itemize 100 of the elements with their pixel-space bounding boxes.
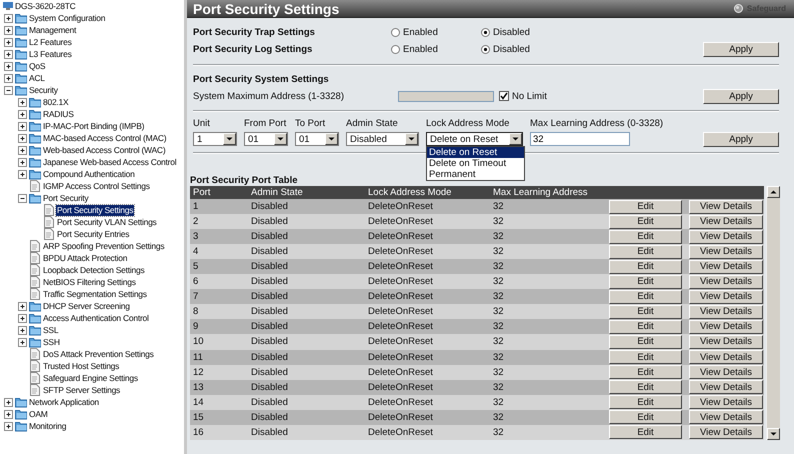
edit-button[interactable]: Edit: [609, 214, 682, 229]
expand-icon[interactable]: [4, 14, 13, 22]
view-details-button[interactable]: View Details: [689, 290, 763, 304]
tree-root[interactable]: DGS-3620-28TC: [14, 0, 77, 12]
tree-item[interactable]: Port Security Settings: [56, 204, 134, 216]
expand-icon[interactable]: [4, 62, 13, 70]
edit-button[interactable]: Edit: [609, 365, 682, 380]
tree-item[interactable]: L3 Features: [28, 48, 73, 60]
tree-item[interactable]: ACL: [28, 72, 46, 84]
tree-item[interactable]: Port Security: [42, 192, 90, 204]
tree-item[interactable]: Access Authentication Control: [42, 312, 150, 324]
apply-button[interactable]: Apply: [703, 88, 779, 104]
dropdown-arrow-icon[interactable]: [405, 133, 418, 145]
expand-icon[interactable]: [18, 134, 27, 142]
tree-item[interactable]: Security: [28, 84, 59, 96]
expand-icon[interactable]: [18, 314, 27, 322]
tree-item[interactable]: BPDU Attack Protection: [42, 252, 128, 264]
tree-item[interactable]: SFTP Server Settings: [42, 384, 122, 396]
apply-button[interactable]: Apply: [703, 42, 779, 57]
expand-icon[interactable]: [18, 122, 27, 130]
tree-item[interactable]: NetBIOS Filtering Settings: [42, 276, 137, 288]
edit-button[interactable]: Edit: [609, 304, 682, 319]
edit-button[interactable]: Edit: [609, 274, 682, 289]
view-details-button[interactable]: View Details: [689, 410, 763, 424]
view-details-button[interactable]: View Details: [689, 214, 763, 229]
scrollbar[interactable]: [766, 186, 780, 440]
edit-button[interactable]: Edit: [609, 395, 682, 410]
dropdown-option[interactable]: Delete on Reset: [427, 147, 524, 158]
tree-item[interactable]: 802.1X: [42, 96, 70, 108]
tree-item[interactable]: QoS: [28, 60, 46, 72]
dropdown-arrow-icon[interactable]: [509, 133, 522, 145]
expand-icon[interactable]: [4, 74, 13, 82]
tree-item[interactable]: IGMP Access Control Settings: [42, 180, 151, 192]
view-details-button[interactable]: View Details: [689, 320, 763, 334]
checkbox[interactable]: [499, 91, 509, 101]
dropdown-arrow-icon[interactable]: [223, 133, 236, 145]
view-details-button[interactable]: View Details: [689, 365, 763, 380]
dropdown-arrow-icon[interactable]: [274, 133, 287, 145]
tree-item[interactable]: Traffic Segmentation Settings: [42, 288, 148, 300]
edit-button[interactable]: Edit: [609, 350, 682, 364]
view-details-button[interactable]: View Details: [689, 395, 763, 410]
expand-icon[interactable]: [18, 110, 27, 118]
view-details-button[interactable]: View Details: [689, 380, 763, 394]
edit-button[interactable]: Edit: [609, 410, 682, 424]
max-learning-field[interactable]: 32: [530, 132, 630, 146]
edit-button[interactable]: Edit: [609, 244, 682, 259]
tree-item[interactable]: Trusted Host Settings: [42, 360, 120, 372]
radio-button[interactable]: [481, 28, 490, 37]
view-details-button[interactable]: View Details: [689, 260, 763, 274]
expand-icon[interactable]: [4, 26, 13, 34]
tree-item[interactable]: Compound Authentication: [42, 168, 136, 180]
collapse-icon[interactable]: [18, 194, 27, 202]
edit-button[interactable]: Edit: [609, 334, 682, 349]
expand-icon[interactable]: [18, 158, 27, 166]
tree-item[interactable]: MAC-based Access Control (MAC): [42, 132, 168, 144]
edit-button[interactable]: Edit: [609, 290, 682, 304]
dropdown-field[interactable]: 1: [193, 132, 237, 146]
expand-icon[interactable]: [4, 398, 13, 406]
tree-item[interactable]: Network Application: [28, 396, 100, 408]
tree-item[interactable]: Management: [28, 24, 78, 36]
expand-icon[interactable]: [18, 326, 27, 334]
view-details-button[interactable]: View Details: [689, 200, 763, 214]
edit-button[interactable]: Edit: [609, 320, 682, 334]
expand-icon[interactable]: [18, 302, 27, 310]
dropdown-field[interactable]: 01: [295, 132, 339, 146]
edit-button[interactable]: Edit: [609, 425, 682, 440]
tree-item[interactable]: ARP Spoofing Prevention Settings: [42, 240, 166, 252]
view-details-button[interactable]: View Details: [689, 425, 763, 440]
dropdown-arrow-icon[interactable]: [325, 133, 338, 145]
apply-button[interactable]: Apply: [703, 132, 779, 147]
tree-item[interactable]: L2 Features: [28, 36, 73, 48]
expand-icon[interactable]: [4, 410, 13, 418]
view-details-button[interactable]: View Details: [689, 244, 763, 259]
view-details-button[interactable]: View Details: [689, 304, 763, 319]
tree-item[interactable]: Loopback Detection Settings: [42, 264, 146, 276]
view-details-button[interactable]: View Details: [689, 350, 763, 364]
expand-icon[interactable]: [18, 146, 27, 154]
edit-button[interactable]: Edit: [609, 380, 682, 394]
tree-item[interactable]: IP-MAC-Port Binding (IMPB): [42, 120, 146, 132]
tree-item[interactable]: Safeguard Engine Settings: [42, 372, 139, 384]
view-details-button[interactable]: View Details: [689, 230, 763, 244]
tree-item[interactable]: DHCP Server Screening: [42, 300, 131, 312]
tree-item[interactable]: DoS Attack Prevention Settings: [42, 348, 155, 360]
tree-item[interactable]: Port Security VLAN Settings: [56, 216, 158, 228]
tree-item[interactable]: SSH: [42, 336, 61, 348]
tree-item[interactable]: Web-based Access Control (WAC): [42, 144, 166, 156]
tree-item[interactable]: OAM: [28, 408, 49, 420]
dropdown-option[interactable]: Permanent: [427, 169, 524, 180]
scroll-down-icon[interactable]: [767, 428, 780, 440]
view-details-button[interactable]: View Details: [689, 334, 763, 349]
tree-item[interactable]: Japanese Web-based Access Control: [42, 156, 178, 168]
expand-icon[interactable]: [18, 338, 27, 346]
dropdown-field[interactable]: 01: [244, 132, 288, 146]
edit-button[interactable]: Edit: [609, 260, 682, 274]
radio-button[interactable]: [481, 45, 490, 54]
tree-item[interactable]: SSL: [42, 324, 60, 336]
expand-icon[interactable]: [18, 170, 27, 178]
collapse-icon[interactable]: [4, 86, 13, 94]
radio-button[interactable]: [391, 28, 400, 37]
expand-icon[interactable]: [4, 422, 13, 430]
